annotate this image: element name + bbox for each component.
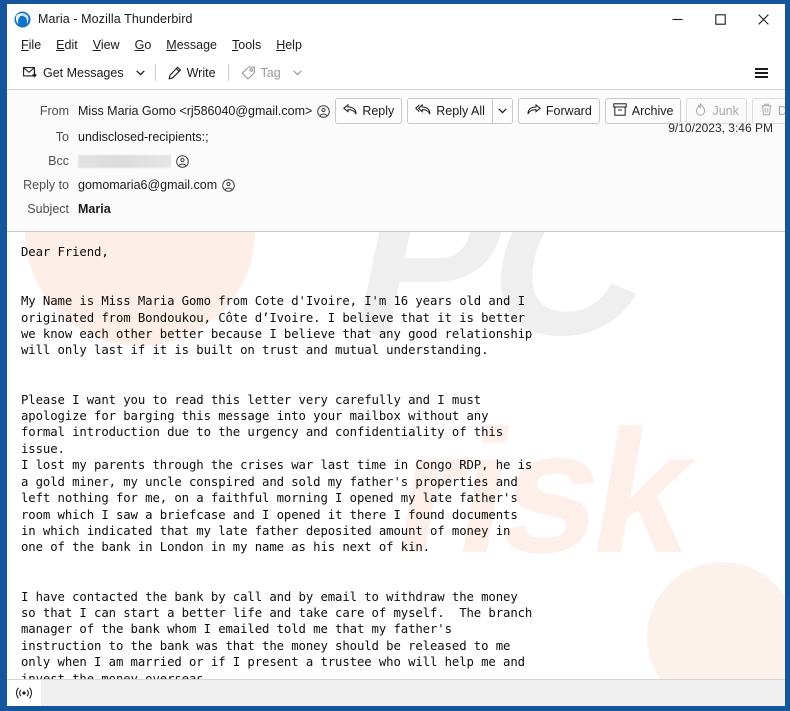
junk-flame-icon (694, 102, 707, 119)
menu-item-tools[interactable]: Tools (225, 36, 269, 54)
reply-all-button[interactable]: Reply All (407, 98, 492, 124)
menu-bar: File Edit View Go Message Tools Help (7, 34, 785, 56)
reply-to-address: gomomaria6@gmail.com (78, 178, 218, 192)
tag-button[interactable]: Tag (234, 61, 288, 85)
forward-icon (526, 103, 541, 118)
title-bar: Maria - Mozilla Thunderbird (7, 4, 785, 34)
header-label-to: To (55, 130, 69, 144)
get-messages-button[interactable]: Get Messages (16, 61, 131, 85)
menu-item-help[interactable]: Help (269, 36, 310, 54)
header-label-bcc: Bcc (48, 154, 69, 168)
status-bar (7, 679, 785, 706)
message-body-pane[interactable]: PC risk Dear Friend, My Name is Miss Mar… (7, 232, 785, 679)
archive-box-icon (613, 103, 627, 119)
reply-icon (343, 103, 357, 118)
menu-item-go[interactable]: Go (128, 36, 160, 54)
header-value-to[interactable]: undisclosed-recipients:; (78, 130, 209, 144)
add-contact-icon[interactable] (222, 178, 235, 192)
write-label: Write (186, 65, 216, 80)
message-header: From Miss Maria Gomo <rj586040@gmail.com… (7, 90, 785, 232)
add-contact-icon[interactable] (317, 104, 331, 118)
thunderbird-window: Maria - Mozilla Thunderbird File Edit Vi… (0, 0, 790, 711)
close-button[interactable] (742, 4, 785, 34)
delete-label: Delete (777, 104, 785, 118)
get-messages-icon (23, 66, 38, 79)
header-row-bcc: Bcc (7, 149, 785, 173)
header-value-from[interactable]: Miss Maria Gomo <rj586040@gmail.com> (78, 104, 331, 118)
message-timestamp: 9/10/2023, 3:46 PM (668, 121, 773, 135)
menu-item-message[interactable]: Message (159, 36, 225, 54)
header-row-reply-to: Reply to gomomaria6@gmail.com (7, 173, 785, 197)
reply-all-label: Reply All (436, 104, 485, 118)
main-toolbar: Get Messages Write Tag (7, 56, 785, 90)
toolbar-separator-1 (154, 64, 156, 81)
reply-all-icon (415, 103, 431, 118)
trash-icon (760, 103, 773, 119)
broadcast-icon[interactable] (7, 680, 41, 706)
reply-all-dropdown[interactable] (491, 98, 513, 124)
message-body-text: Dear Friend, My Name is Miss Maria Gomo … (21, 245, 533, 679)
app-menu-button[interactable] (750, 62, 772, 84)
window-title: Maria - Mozilla Thunderbird (38, 12, 193, 26)
window-controls (656, 4, 785, 34)
bcc-redacted-address (78, 154, 171, 168)
header-label-from: From (39, 104, 69, 118)
window-inner: Maria - Mozilla Thunderbird File Edit Vi… (7, 4, 785, 706)
add-contact-icon[interactable] (176, 154, 189, 168)
pencil-icon (168, 66, 182, 80)
reply-button[interactable]: Reply (335, 98, 403, 124)
to-address: undisclosed-recipients:; (78, 130, 209, 144)
get-messages-dropdown[interactable] (131, 61, 150, 85)
thunderbird-logo-icon (14, 11, 31, 28)
menu-item-view[interactable]: View (86, 36, 128, 54)
from-address: Miss Maria Gomo <rj586040@gmail.com> (78, 104, 313, 118)
junk-label: Junk (712, 104, 739, 118)
tag-icon (240, 65, 256, 80)
header-label-reply-to: Reply to (23, 178, 69, 192)
forward-label: Forward (545, 104, 592, 118)
toolbar-separator-2 (227, 64, 229, 81)
archive-label: Archive (631, 104, 674, 118)
maximize-button[interactable] (699, 4, 742, 34)
get-messages-label: Get Messages (43, 65, 124, 80)
status-bar-text (41, 680, 785, 706)
header-row-subject: Subject Maria (7, 197, 785, 221)
header-value-reply-to[interactable]: gomomaria6@gmail.com (78, 178, 235, 192)
reply-label: Reply (362, 104, 395, 118)
minimize-button[interactable] (656, 4, 699, 34)
header-label-subject: Subject (27, 202, 69, 216)
forward-button[interactable]: Forward (517, 98, 600, 124)
tag-label: Tag (260, 65, 281, 80)
menu-item-file[interactable]: File (14, 36, 49, 54)
header-value-bcc[interactable] (78, 154, 189, 168)
menu-item-edit[interactable]: Edit (49, 36, 86, 54)
header-value-subject: Maria (78, 202, 111, 216)
write-button[interactable]: Write (161, 61, 223, 85)
tag-dropdown[interactable] (288, 61, 307, 85)
subject-text: Maria (78, 202, 111, 216)
